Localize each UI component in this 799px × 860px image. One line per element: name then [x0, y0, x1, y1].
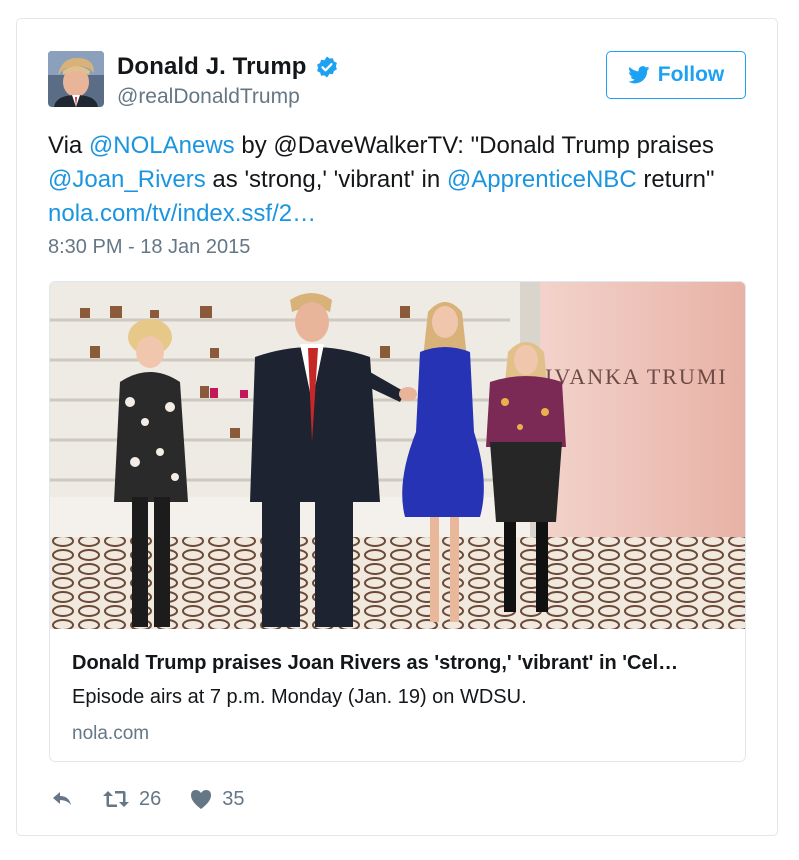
avatar[interactable] [48, 51, 104, 107]
follow-button[interactable]: Follow [606, 51, 746, 99]
tweet-text-segment: Via [48, 132, 89, 159]
reply-icon [53, 792, 71, 805]
user-name-row[interactable]: Donald J. Trump [117, 53, 339, 81]
reply-button[interactable] [50, 787, 74, 811]
tweet-text-segment: by @DaveWalkerTV: "Donald Trump praises [234, 132, 714, 159]
heart-icon [191, 790, 212, 809]
tweet-text-segment: return" [636, 166, 715, 193]
retweet-count: 26 [139, 787, 162, 810]
store-sign-text: IVANKA TRUMI [545, 364, 728, 389]
mention-link-nolanews[interactable]: @NOLAnews [89, 132, 235, 159]
card-domain: nola.com [72, 723, 150, 744]
like-button[interactable]: 35 [189, 787, 245, 811]
tweet-actions: 26 35 [50, 787, 273, 811]
tweet-text: Via @NOLAnews by @DaveWalkerTV: "Donald … [48, 129, 748, 231]
follow-button-label: Follow [657, 63, 725, 86]
url-link[interactable]: nola.com/tv/index.ssf/2… [48, 200, 316, 227]
card-description: Episode airs at 7 p.m. Monday (Jan. 19) … [72, 686, 527, 708]
retweet-icon [103, 791, 129, 807]
display-name[interactable]: Donald J. Trump [117, 53, 307, 81]
link-preview-card[interactable]: IVANKA TRUMI Donald Trump praises Joan R… [49, 281, 746, 762]
twitter-bird-icon [627, 66, 650, 84]
tweet-card: Donald J. Trump @realDonaldTrump Follow … [16, 18, 778, 836]
retweet-button[interactable]: 26 [102, 788, 161, 811]
card-photo: IVANKA TRUMI [50, 282, 745, 629]
mention-link-apprenticenbc[interactable]: @ApprenticeNBC [447, 166, 637, 193]
verified-badge-icon [315, 55, 339, 79]
user-handle[interactable]: @realDonaldTrump [117, 85, 300, 109]
tweet-text-segment: as 'strong,' 'vibrant' in [205, 166, 447, 193]
card-title[interactable]: Donald Trump praises Joan Rivers as 'str… [72, 652, 732, 675]
avatar-photo [48, 51, 104, 107]
like-count: 35 [222, 787, 245, 810]
tweet-timestamp[interactable]: 8:30 PM - 18 Jan 2015 [48, 236, 250, 259]
card-image[interactable]: IVANKA TRUMI [50, 282, 745, 629]
mention-link-joan-rivers[interactable]: @Joan_Rivers [48, 166, 206, 193]
